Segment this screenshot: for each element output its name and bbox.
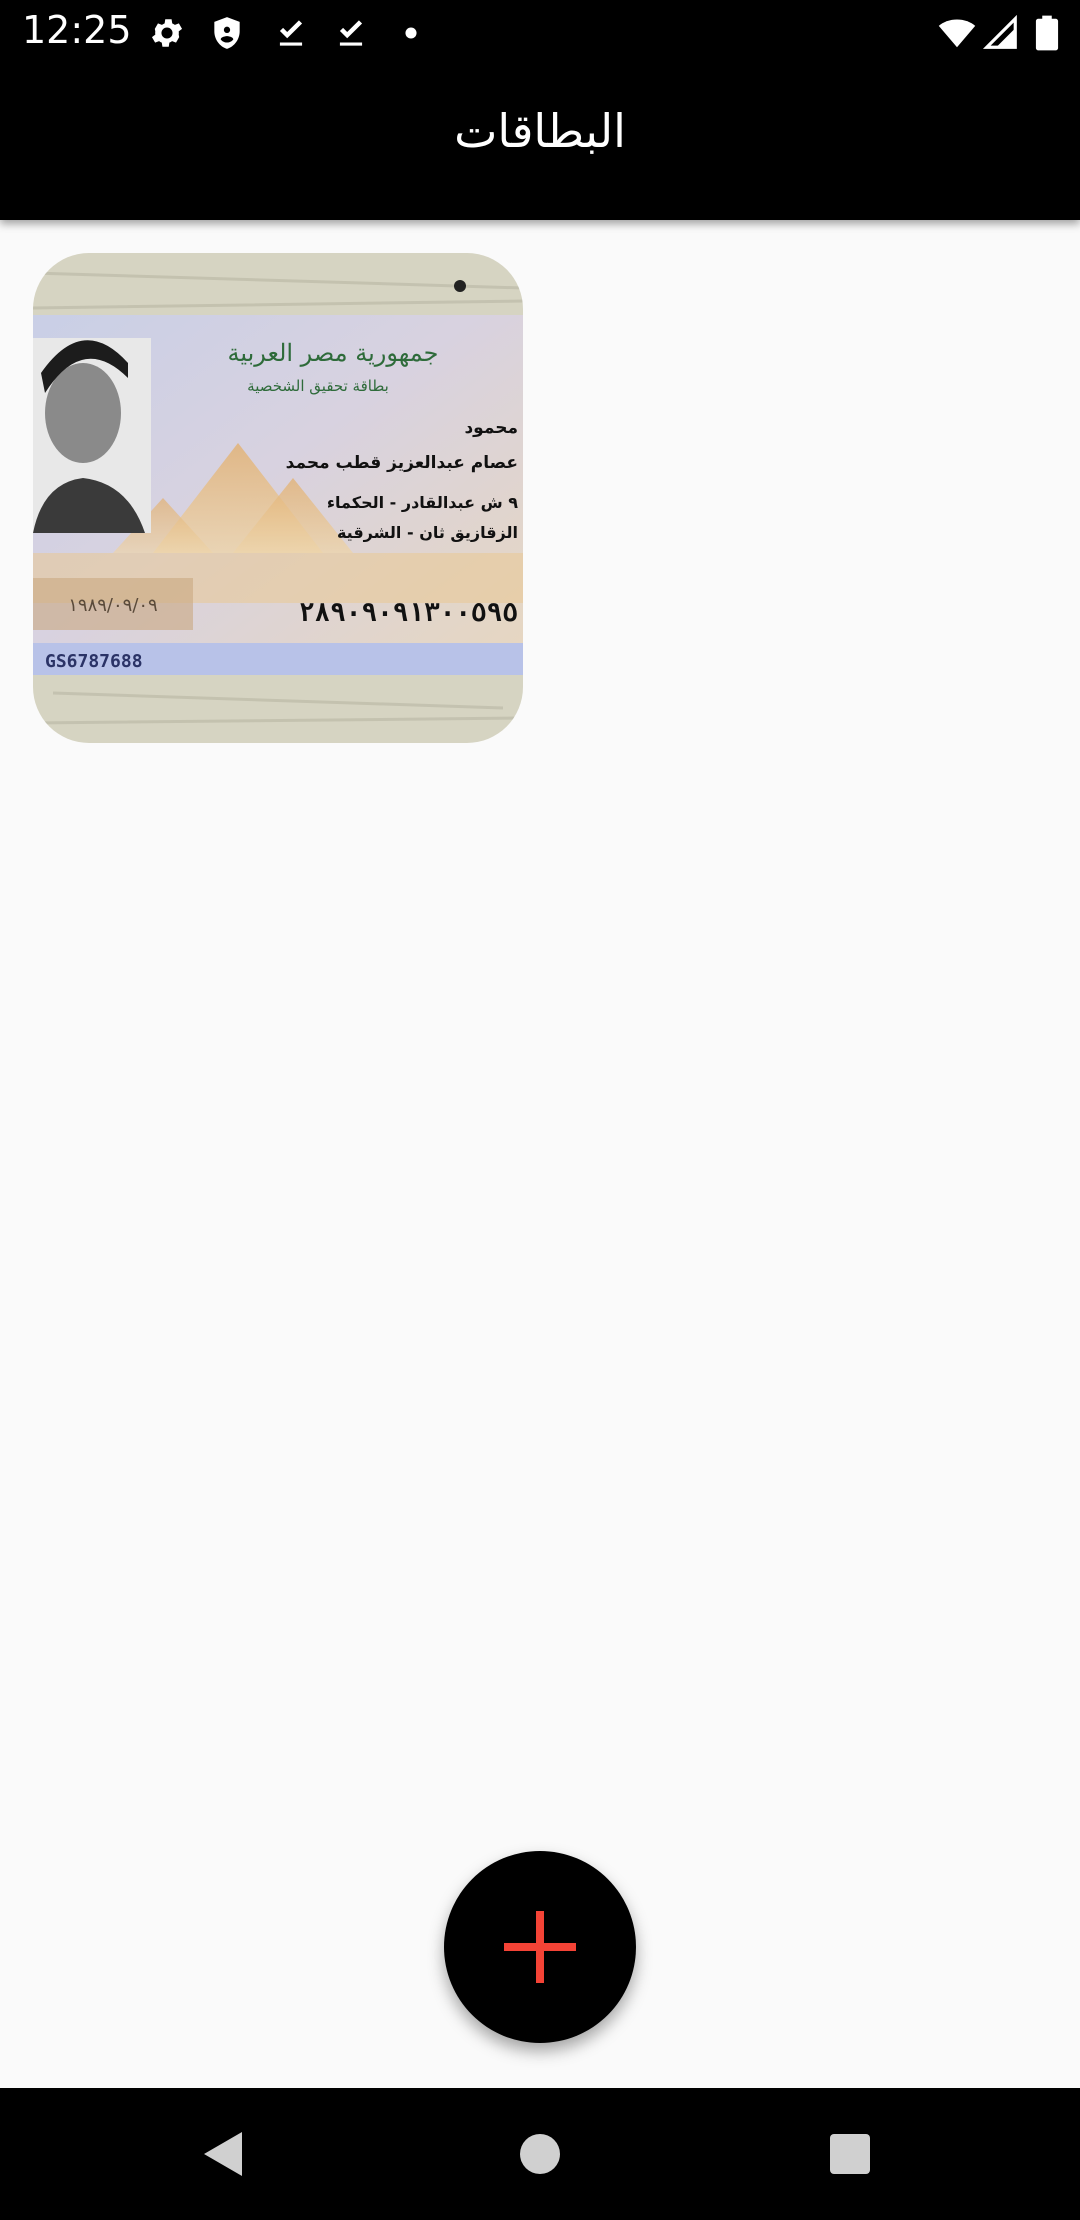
plus-icon xyxy=(504,1911,576,1983)
add-card-button[interactable] xyxy=(444,1851,636,2043)
status-bar: 12:25 xyxy=(0,0,1080,64)
card-first-name: محمود xyxy=(464,418,518,438)
battery-icon xyxy=(1035,15,1059,51)
download-done-icon xyxy=(339,20,363,46)
dot-icon xyxy=(405,27,417,39)
card-subheader-text: بطاقة تحقيق الشخصية xyxy=(247,377,389,395)
wifi-icon xyxy=(938,19,976,48)
card-id-number: ٢٨٩٠٩٠٩١٣٠٠٥٩٥ xyxy=(299,598,518,628)
recents-icon[interactable] xyxy=(814,2118,886,2190)
status-time: 12:25 xyxy=(22,8,132,52)
card-full-name: عصام عبدالعزيز قطب محمد xyxy=(286,453,518,473)
cards-grid: جمهورية مصر العربية بطاقة تحقيق الشخصية … xyxy=(0,220,1080,2088)
home-icon[interactable] xyxy=(504,2118,576,2190)
navigation-bar xyxy=(0,2088,1080,2220)
card-birth-date: ١٩٨٩/٠٩/٠٩ xyxy=(68,595,157,616)
signal-icon xyxy=(982,14,1017,49)
card-serial: GS6787688 xyxy=(45,651,143,672)
back-icon[interactable] xyxy=(190,2118,262,2190)
shield-icon xyxy=(214,17,240,49)
app-bar: البطاقات xyxy=(0,64,1080,220)
download-done-icon xyxy=(279,20,303,46)
card-address-line2: الزقازيق ثان - الشرقية xyxy=(337,523,518,542)
gear-icon xyxy=(151,19,183,47)
card-item[interactable]: جمهورية مصر العربية بطاقة تحقيق الشخصية … xyxy=(33,253,523,743)
id-card-image: جمهورية مصر العربية بطاقة تحقيق الشخصية … xyxy=(33,253,523,743)
card-address-line1: ٩ ش عبدالقادر - الحكماء xyxy=(327,493,518,512)
card-header-text: جمهورية مصر العربية xyxy=(227,339,438,367)
page-title: البطاقات xyxy=(454,104,626,158)
